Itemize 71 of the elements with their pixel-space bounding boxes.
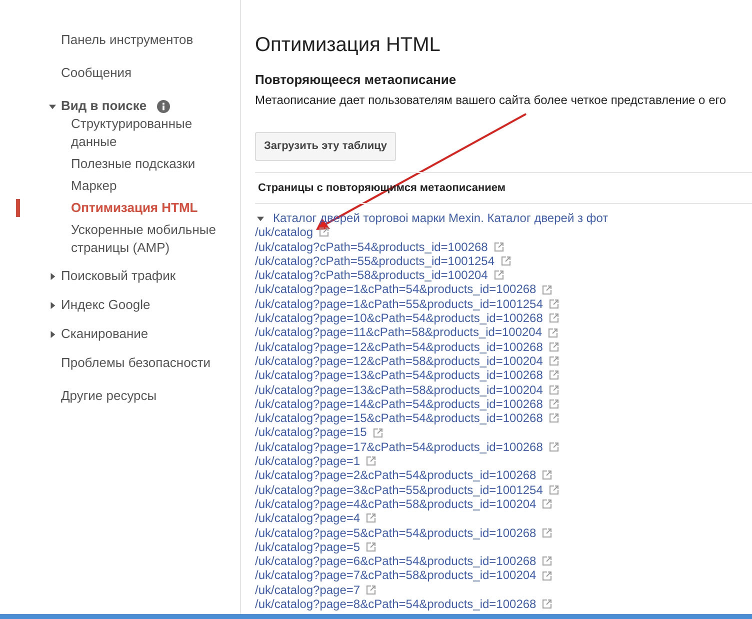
external-link-icon: [548, 356, 559, 366]
external-link-icon: [548, 442, 559, 452]
page-url-link[interactable]: /uk/catalog?page=13&cPath=54&products_id=100268: [255, 368, 543, 383]
sidebar-item[interactable]: Проблемы безопасности: [61, 354, 211, 372]
external-link-icon: [548, 384, 559, 395]
page-url-link[interactable]: /uk/catalog?page=5&cPath=54&products_id=100268: [255, 526, 536, 540]
external-link-icon: [548, 370, 559, 380]
page-url-link[interactable]: /uk/catalog?page=1&cPath=54&products_id=100268: [255, 282, 536, 297]
page-url-link[interactable]: /uk/catalog?page=13&cPath=58&products_id=100204: [255, 382, 543, 397]
external-link-icon: [542, 499, 552, 510]
external-link-icon: [372, 428, 383, 438]
external-link-icon: [494, 242, 504, 252]
page-url-link[interactable]: /uk/catalog?page=6&cPath=54&products_id=100268: [255, 554, 536, 568]
external-link-icon: [366, 456, 376, 466]
description: Метаописание дает пользователям вашего сайта более четкое представление о его: [255, 92, 726, 109]
page-url-link[interactable]: /uk/catalog?cPath=55&products_id=1001254: [255, 254, 495, 268]
sidebar-item[interactable]: Индекс Google: [61, 296, 150, 314]
download-button[interactable]: Загрузить эту таблицу: [255, 132, 396, 161]
external-link-icon: [542, 528, 552, 538]
page-url-link[interactable]: /uk/catalog?page=11&cPath=58&products_id=100204: [255, 325, 542, 340]
sidebar-subitem[interactable]: Маркер: [71, 177, 232, 195]
external-link-icon: [494, 270, 504, 280]
page-url-link[interactable]: /uk/catalog?page=5: [255, 540, 360, 554]
sidebar-item[interactable]: Сканирование: [61, 325, 148, 343]
page-url-link[interactable]: /uk/catalog?page=7: [255, 582, 360, 598]
page-url-link[interactable]: /uk/catalog?page=10&cPath=54&products_id=100268: [255, 311, 543, 326]
sidebar-subitem[interactable]: Структурированные данные: [71, 115, 232, 151]
external-link-icon: [500, 256, 511, 266]
page-url-link[interactable]: /uk/catalog?cPath=54&products_id=100268: [255, 240, 488, 254]
external-link-icon: [548, 313, 559, 324]
page-url-link[interactable]: /uk/catalog?page=3&cPath=55&products_id=1001254: [255, 482, 543, 497]
external-link-icon: [542, 570, 552, 581]
page-url-link[interactable]: /uk/catalog?page=15&cPath=54&products_id=100268: [255, 411, 543, 426]
sidebar-item[interactable]: Панель инструментов: [61, 31, 194, 49]
page-url-link[interactable]: /uk/catalog?page=4: [255, 511, 360, 526]
external-link-icon: [542, 284, 552, 295]
page-url-link[interactable]: /uk/catalog?page=12&cPath=58&products_id=100204: [255, 354, 543, 368]
page-url-link[interactable]: /uk/catalog?page=7&cPath=58&products_id=100204: [255, 568, 536, 583]
page-url-link[interactable]: /uk/catalog?page=4&cPath=58&products_id=100204: [255, 496, 536, 512]
page-url-link[interactable]: /uk/catalog?page=1&cPath=55&products_id=1001254: [255, 296, 543, 312]
page-url-link[interactable]: /uk/catalog?page=8&cPath=54&products_id=100268: [255, 597, 536, 612]
external-link-icon: [548, 298, 559, 309]
page-title: Оптимизация HTML: [255, 33, 442, 58]
section-title: Повторяющееся метаописание: [255, 71, 458, 89]
sidebar-subitem[interactable]: Полезные подсказки: [71, 155, 232, 173]
external-link-icon: [366, 513, 376, 524]
page-url-link[interactable]: /uk/catalog?page=17&cPath=54&products_id=100268: [255, 440, 543, 454]
sidebar-item[interactable]: Сообщения: [61, 64, 132, 82]
sidebar-subitem[interactable]: Оптимизация HTML: [71, 199, 232, 217]
external-link-icon: [542, 599, 552, 610]
page-url-link[interactable]: /uk/catalog?page=14&cPath=54&products_id=100268: [255, 396, 543, 412]
sidebar-subitem[interactable]: Ускоренные мобильные страницы (AMP): [71, 221, 232, 257]
page-url-link[interactable]: /uk/catalog?page=1: [255, 454, 360, 468]
external-link-icon: [548, 413, 559, 424]
external-link-icon: [542, 470, 552, 480]
page-url-link[interactable]: /uk/catalog?page=15: [255, 425, 367, 440]
sidebar-item[interactable]: Другие ресурсы: [61, 387, 157, 405]
external-link-icon: [548, 342, 559, 352]
external-link-icon: [542, 556, 552, 566]
page-url-link[interactable]: /uk/catalog?cPath=58&products_id=100204: [255, 268, 488, 282]
page-url-link[interactable]: /uk/catalog: [255, 225, 314, 240]
external-link-icon: [548, 399, 559, 409]
external-link-icon: [548, 484, 559, 495]
external-link-icon: [319, 227, 330, 238]
sidebar-item[interactable]: Поисковый трафик: [61, 267, 176, 285]
external-link-icon: [366, 542, 376, 552]
page-url-link[interactable]: /uk/catalog?page=12&cPath=54&products_id=100268: [255, 340, 543, 354]
sidebar-item[interactable]: Вид в поиске: [61, 97, 147, 115]
external-link-icon: [548, 328, 558, 338]
page-url-link[interactable]: /uk/catalog?page=2&cPath=54&products_id=100268: [255, 468, 536, 483]
external-link-icon: [366, 584, 376, 595]
